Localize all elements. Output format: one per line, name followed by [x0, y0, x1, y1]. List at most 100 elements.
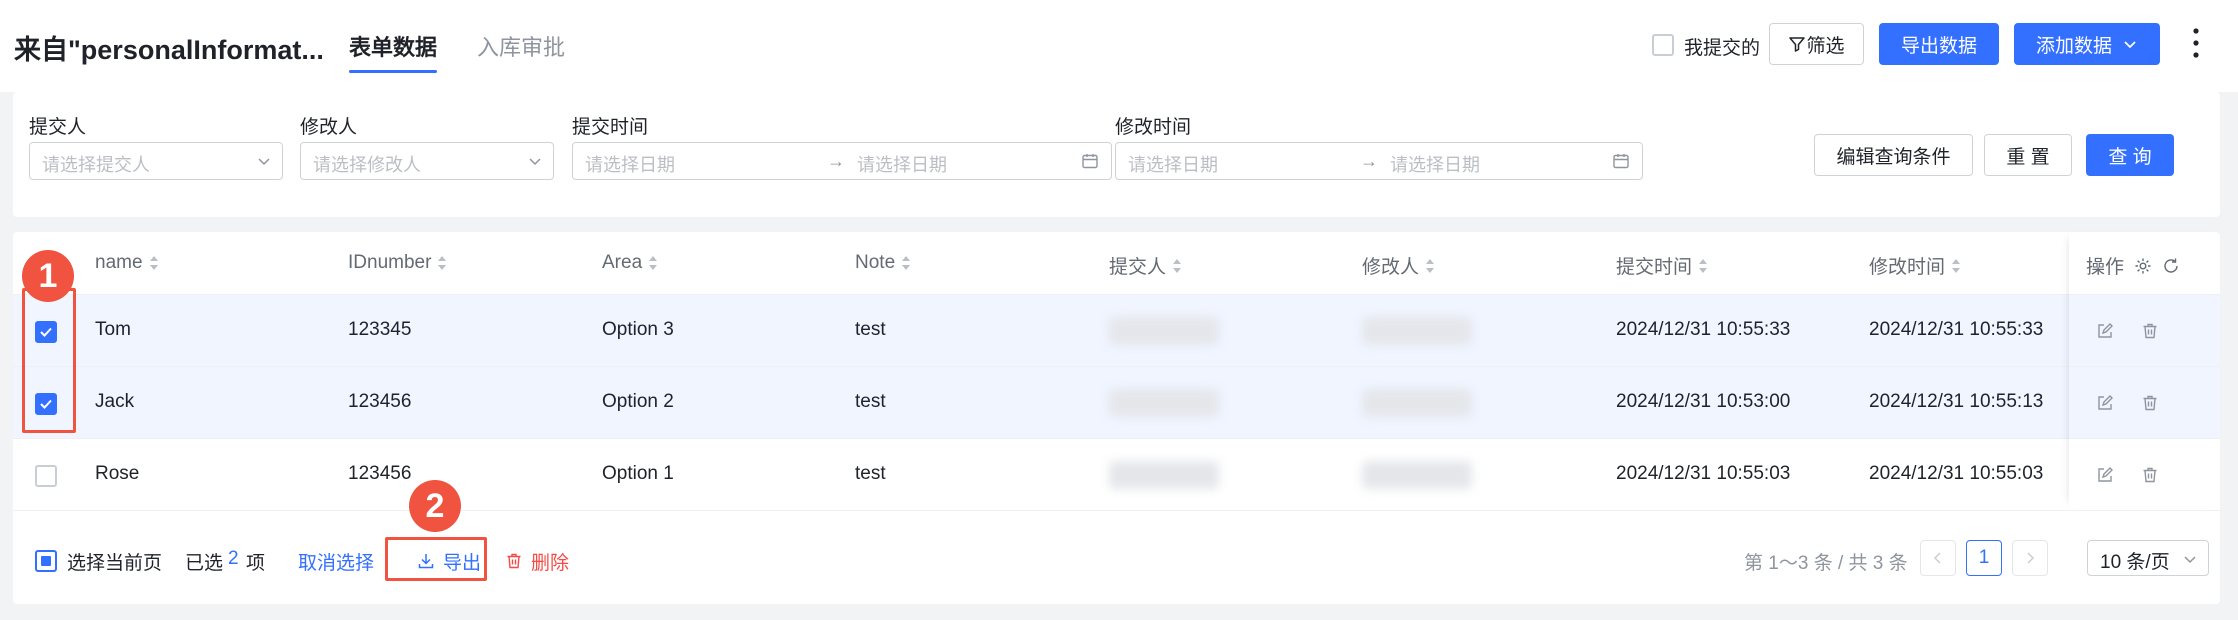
sort-icon [902, 256, 911, 270]
page-title: 来自"personalInformat... [14, 35, 324, 65]
cell-name: Tom [95, 319, 131, 340]
table-row[interactable]: Tom 123345 Option 3 test 2024/12/31 10:5… [13, 295, 2220, 367]
query-button[interactable]: 查 询 [2086, 134, 2174, 176]
modify-time-range-picker[interactable]: 请选择日期 → 请选择日期 [1115, 142, 1643, 180]
cell-submit-time: 2024/12/31 10:55:33 [1616, 319, 1791, 340]
cell-area: Option 2 [602, 391, 674, 412]
next-page-button[interactable] [2012, 540, 2048, 576]
cell-modify-time: 2024/12/31 10:55:33 [1869, 319, 2044, 340]
range-arrow: → [1360, 151, 1378, 171]
sort-icon [649, 256, 658, 270]
filter-icon [1789, 37, 1806, 52]
blurred-submitter [1109, 317, 1219, 345]
cell-submit-time: 2024/12/31 10:53:00 [1616, 391, 1791, 412]
my-submissions-label: 我提交的 [1684, 38, 1761, 59]
edit-query-conditions-button[interactable]: 编辑查询条件 [1814, 134, 1973, 176]
annotation-badge-1: 1 [22, 250, 74, 302]
select-current-page-checkbox[interactable] [35, 550, 57, 572]
table-header: name IDnumber Area Note 提交人 修改人 提交时间 修改时… [13, 232, 2220, 295]
selected-count: 2 [228, 548, 239, 569]
select-current-page-label: 选择当前页 [67, 553, 163, 574]
cell-note: test [855, 319, 886, 340]
cell-modify-time: 2024/12/31 10:55:13 [1869, 391, 2044, 412]
page-size-select[interactable]: 10 条/页 [2087, 540, 2209, 576]
modify-time-start-placeholder: 请选择日期 [1128, 155, 1218, 175]
column-header-name[interactable]: name [95, 252, 159, 274]
selected-prefix: 已选 [185, 553, 224, 574]
cell-idnumber: 123345 [348, 319, 412, 340]
filter-button[interactable]: 筛选 [1769, 23, 1864, 65]
row-checkbox[interactable] [35, 465, 57, 487]
batch-delete-button[interactable]: 删除 [505, 541, 569, 581]
modifier-label: 修改人 [300, 117, 358, 138]
sort-icon [1173, 258, 1182, 273]
submit-time-range-picker[interactable]: 请选择日期 → 请选择日期 [572, 142, 1112, 180]
filter-button-label: 筛选 [1806, 35, 1845, 57]
reset-button[interactable]: 重 置 [1984, 134, 2072, 176]
chevron-down-icon [529, 158, 541, 166]
submit-time-end-placeholder: 请选择日期 [857, 155, 947, 175]
more-vertical-icon[interactable] [2190, 26, 2202, 60]
annotation-highlight-row-checkboxes [22, 288, 76, 433]
sort-icon [438, 256, 447, 270]
blurred-modifier [1362, 317, 1472, 345]
add-data-label: 添加数据 [2035, 35, 2112, 57]
submitter-select[interactable]: 请选择提交人 [29, 142, 283, 180]
my-submissions-checkbox[interactable] [1652, 34, 1674, 56]
cell-area: Option 1 [602, 463, 674, 484]
chevron-right-icon [2027, 552, 2035, 564]
cell-idnumber: 123456 [348, 463, 412, 484]
modifier-select[interactable]: 请选择修改人 [300, 142, 554, 180]
export-data-button[interactable]: 导出数据 [1879, 23, 1999, 65]
cell-modify-time: 2024/12/31 10:55:03 [1869, 463, 2044, 484]
column-header-modifier[interactable]: 修改人 [1362, 252, 1435, 279]
chevron-down-icon [2124, 41, 2136, 49]
data-table: name IDnumber Area Note 提交人 修改人 提交时间 修改时… [13, 232, 2220, 604]
annotation-highlight-export [385, 537, 487, 581]
submitter-label: 提交人 [29, 117, 87, 138]
tab-warehouse-approval[interactable]: 入库审批 [477, 30, 565, 62]
batch-delete-label: 删除 [531, 552, 570, 574]
tab-form-data[interactable]: 表单数据 [349, 30, 438, 73]
column-header-note[interactable]: Note [855, 252, 911, 274]
sort-icon [1952, 258, 1961, 273]
calendar-icon [1082, 154, 1098, 169]
table-row[interactable]: Jack 123456 Option 2 test 2024/12/31 10:… [13, 367, 2220, 439]
cell-name: Jack [95, 391, 135, 412]
cell-name: Rose [95, 463, 140, 484]
column-header-submitter[interactable]: 提交人 [1109, 252, 1182, 279]
table-row[interactable]: Rose 123456 Option 1 test 2024/12/31 10:… [13, 439, 2220, 511]
blurred-modifier [1362, 461, 1472, 489]
column-header-idnumber[interactable]: IDnumber [348, 252, 447, 274]
range-arrow: → [827, 151, 845, 171]
trash-icon [507, 553, 521, 569]
chevron-down-icon [258, 158, 270, 166]
chevron-left-icon [1933, 552, 1941, 564]
actions-column-divider [2069, 232, 2220, 508]
column-header-submit-time[interactable]: 提交时间 [1616, 252, 1708, 279]
modify-time-end-placeholder: 请选择日期 [1390, 155, 1480, 175]
submit-time-label: 提交时间 [572, 117, 649, 138]
submitter-placeholder: 请选择提交人 [42, 155, 150, 175]
cell-area: Option 3 [602, 319, 674, 340]
column-header-area[interactable]: Area [602, 252, 658, 274]
page-number-1[interactable]: 1 [1966, 540, 2002, 576]
column-header-modify-time[interactable]: 修改时间 [1869, 252, 1961, 279]
annotation-badge-2: 2 [409, 480, 461, 532]
top-bar: 来自"personalInformat... 表单数据 入库审批 我提交的 筛选… [0, 0, 2238, 92]
cell-submit-time: 2024/12/31 10:55:03 [1616, 463, 1791, 484]
cell-idnumber: 123456 [348, 391, 412, 412]
selected-suffix: 项 [246, 553, 266, 574]
calendar-icon [1613, 154, 1629, 169]
cancel-selection-link[interactable]: 取消选择 [298, 548, 374, 575]
page-size-value: 10 条/页 [2100, 552, 2170, 573]
modify-time-label: 修改时间 [1115, 117, 1192, 138]
submit-time-start-placeholder: 请选择日期 [585, 155, 675, 175]
blurred-modifier [1362, 389, 1472, 417]
add-data-button[interactable]: 添加数据 [2014, 23, 2160, 65]
sort-icon [1699, 258, 1708, 273]
sort-icon [1426, 258, 1435, 273]
modifier-placeholder: 请选择修改人 [313, 155, 421, 175]
sort-icon [149, 256, 158, 270]
prev-page-button[interactable] [1920, 540, 1956, 576]
